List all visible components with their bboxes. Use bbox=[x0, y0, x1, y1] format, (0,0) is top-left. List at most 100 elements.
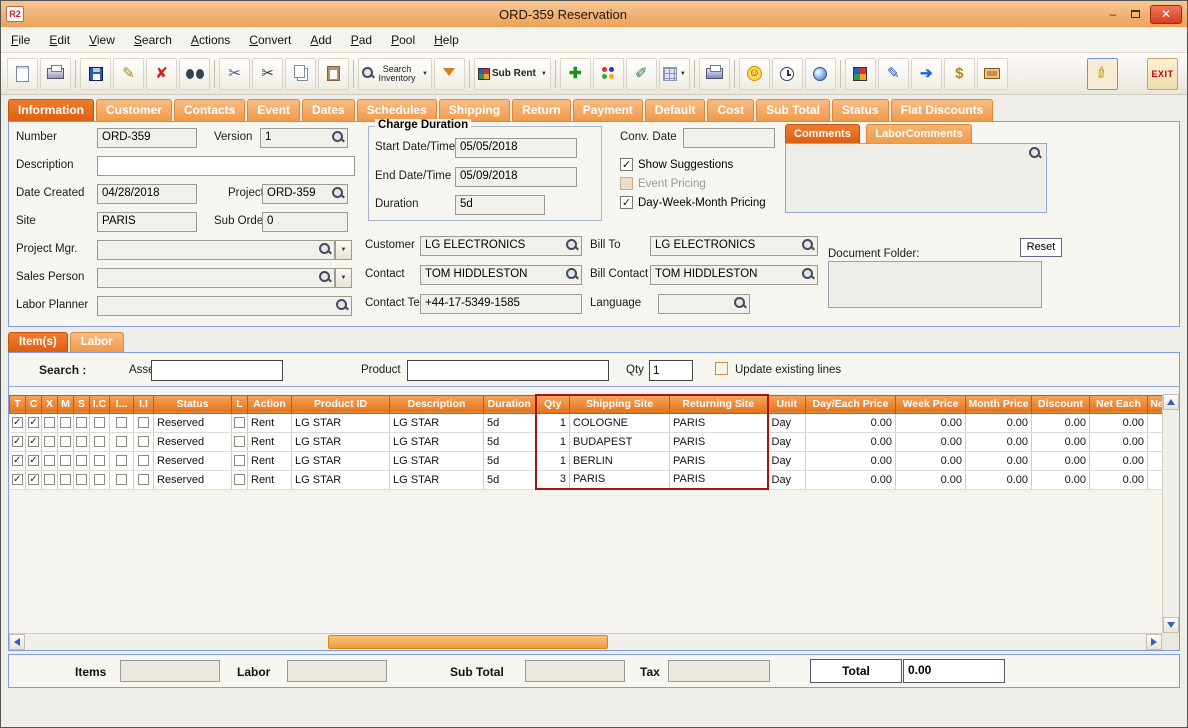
tab-shipping[interactable]: Shipping bbox=[439, 99, 510, 121]
col-qty[interactable]: Qty bbox=[536, 395, 570, 413]
cell-day-each-price[interactable]: 0.00 bbox=[806, 432, 896, 451]
row-checkbox[interactable]: ✓ bbox=[28, 436, 39, 447]
menu-file[interactable]: File bbox=[11, 33, 30, 47]
check-cell[interactable] bbox=[42, 451, 58, 470]
check-cell[interactable] bbox=[110, 413, 134, 432]
cell-product-id[interactable]: LG STAR bbox=[292, 470, 390, 489]
col-day-each-price[interactable]: Day/Each Price bbox=[806, 395, 896, 413]
tab-flat-discounts[interactable]: Flat Discounts bbox=[891, 99, 994, 121]
check-cell[interactable]: ✓ bbox=[26, 413, 42, 432]
col-net-each[interactable]: Net Each bbox=[1090, 395, 1148, 413]
cell-l-check[interactable] bbox=[232, 413, 248, 432]
sales-person-field[interactable] bbox=[97, 268, 335, 288]
cell-returning-site[interactable]: PARIS bbox=[670, 470, 768, 489]
cell-discount[interactable]: 0.00 bbox=[1032, 432, 1090, 451]
check-cell[interactable] bbox=[134, 451, 154, 470]
packages-button[interactable] bbox=[977, 58, 1008, 90]
row-checkbox[interactable] bbox=[44, 417, 55, 428]
cell-discount[interactable]: 0.00 bbox=[1032, 413, 1090, 432]
pour-button[interactable] bbox=[434, 58, 465, 90]
wand-button[interactable]: ✐ bbox=[1087, 58, 1118, 90]
row-checkbox[interactable] bbox=[116, 455, 127, 466]
check-cell[interactable]: ✓ bbox=[10, 432, 26, 451]
check-cell[interactable] bbox=[110, 432, 134, 451]
cell-unit[interactable]: Day bbox=[768, 432, 806, 451]
customer-field[interactable]: LG ELECTRONICS bbox=[420, 236, 582, 256]
table-row[interactable]: ✓✓ReservedRentLG STARLG STAR5d3PARISPARI… bbox=[10, 470, 1163, 489]
row-checkbox[interactable] bbox=[234, 436, 245, 447]
tab-comments[interactable]: Comments bbox=[785, 124, 860, 143]
row-checkbox[interactable] bbox=[60, 417, 71, 428]
tab-cost[interactable]: Cost bbox=[707, 99, 754, 121]
col-idots[interactable]: I... bbox=[110, 395, 134, 413]
check-cell[interactable] bbox=[74, 470, 90, 489]
cell-ne[interactable] bbox=[1148, 470, 1163, 489]
contact-field[interactable]: TOM HIDDLESTON bbox=[420, 265, 582, 285]
check-cell[interactable] bbox=[58, 451, 74, 470]
dropdown-caret-icon[interactable]: ▼ bbox=[422, 71, 428, 77]
minimize-button[interactable]: – bbox=[1102, 5, 1124, 23]
menu-pool[interactable]: Pool bbox=[391, 33, 415, 47]
language-field[interactable] bbox=[658, 294, 750, 314]
check-cell[interactable] bbox=[134, 432, 154, 451]
vertical-scrollbar[interactable] bbox=[1162, 394, 1179, 633]
col-ii[interactable]: I.I bbox=[134, 395, 154, 413]
cell-shipping-site[interactable]: BERLIN bbox=[570, 451, 670, 470]
check-cell[interactable] bbox=[134, 470, 154, 489]
row-checkbox[interactable] bbox=[60, 474, 71, 485]
menu-add[interactable]: Add bbox=[310, 33, 331, 47]
edit-button[interactable]: ✎ bbox=[113, 58, 144, 90]
check-cell[interactable] bbox=[42, 432, 58, 451]
exit-button[interactable]: EXIT bbox=[1147, 58, 1178, 90]
cell-ne[interactable] bbox=[1148, 413, 1163, 432]
cell-discount[interactable]: 0.00 bbox=[1032, 451, 1090, 470]
menu-search[interactable]: Search bbox=[134, 33, 172, 47]
check-cell[interactable] bbox=[74, 432, 90, 451]
table-row[interactable]: ✓✓ReservedRentLG STARLG STAR5d1COLOGNEPA… bbox=[10, 413, 1163, 432]
cell-qty[interactable]: 1 bbox=[536, 451, 570, 470]
scroll-up-button[interactable] bbox=[1163, 394, 1179, 410]
cell-action[interactable]: Rent bbox=[248, 413, 292, 432]
check-cell[interactable] bbox=[74, 451, 90, 470]
tab-status[interactable]: Status bbox=[832, 99, 889, 121]
check-cell[interactable]: ✓ bbox=[26, 432, 42, 451]
table-row[interactable]: ✓✓ReservedRentLG STARLG STAR5d1BUDAPESTP… bbox=[10, 432, 1163, 451]
row-checkbox[interactable] bbox=[94, 474, 105, 485]
asset-input[interactable] bbox=[151, 360, 283, 381]
col-action[interactable]: Action bbox=[248, 395, 292, 413]
cut-button[interactable]: ✂ bbox=[252, 58, 283, 90]
pad-button[interactable]: ▼ bbox=[659, 58, 690, 90]
check-cell[interactable] bbox=[58, 470, 74, 489]
tab-payment[interactable]: Payment bbox=[573, 99, 643, 121]
col-month-price[interactable]: Month Price bbox=[966, 395, 1032, 413]
labor-planner-field[interactable] bbox=[97, 296, 352, 316]
items-total-field[interactable] bbox=[120, 660, 220, 682]
cell-product-id[interactable]: LG STAR bbox=[292, 451, 390, 470]
cell-status[interactable]: Reserved bbox=[154, 432, 232, 451]
cell-l-check[interactable] bbox=[232, 451, 248, 470]
show-suggestions-checkbox[interactable]: ✓ Show Suggestions bbox=[620, 158, 733, 171]
row-checkbox[interactable] bbox=[76, 455, 87, 466]
row-checkbox[interactable] bbox=[60, 455, 71, 466]
row-checkbox[interactable]: ✓ bbox=[28, 455, 39, 466]
time-button[interactable] bbox=[772, 58, 803, 90]
cell-product-id[interactable]: LG STAR bbox=[292, 413, 390, 432]
save-button[interactable] bbox=[80, 58, 111, 90]
col-discount[interactable]: Discount bbox=[1032, 395, 1090, 413]
cell-returning-site[interactable]: PARIS bbox=[670, 413, 768, 432]
row-checkbox[interactable] bbox=[44, 455, 55, 466]
cell-duration[interactable]: 5d bbox=[484, 470, 536, 489]
contact-tel-field[interactable]: +44-17-5349-1585 bbox=[420, 294, 582, 314]
paste-button[interactable] bbox=[318, 58, 349, 90]
project-field[interactable]: ORD-359 bbox=[262, 184, 348, 204]
menu-help[interactable]: Help bbox=[434, 33, 459, 47]
qty-input[interactable] bbox=[649, 360, 693, 381]
col-description[interactable]: Description bbox=[390, 395, 484, 413]
lookup-icon[interactable] bbox=[332, 131, 345, 144]
notes-button[interactable]: ✎ bbox=[878, 58, 909, 90]
lookup-icon[interactable] bbox=[1029, 147, 1042, 160]
lookup-icon[interactable] bbox=[566, 239, 579, 252]
cell-unit[interactable]: Day bbox=[768, 451, 806, 470]
check-cell[interactable] bbox=[90, 451, 110, 470]
col-returning-site[interactable]: Returning Site bbox=[670, 395, 768, 413]
